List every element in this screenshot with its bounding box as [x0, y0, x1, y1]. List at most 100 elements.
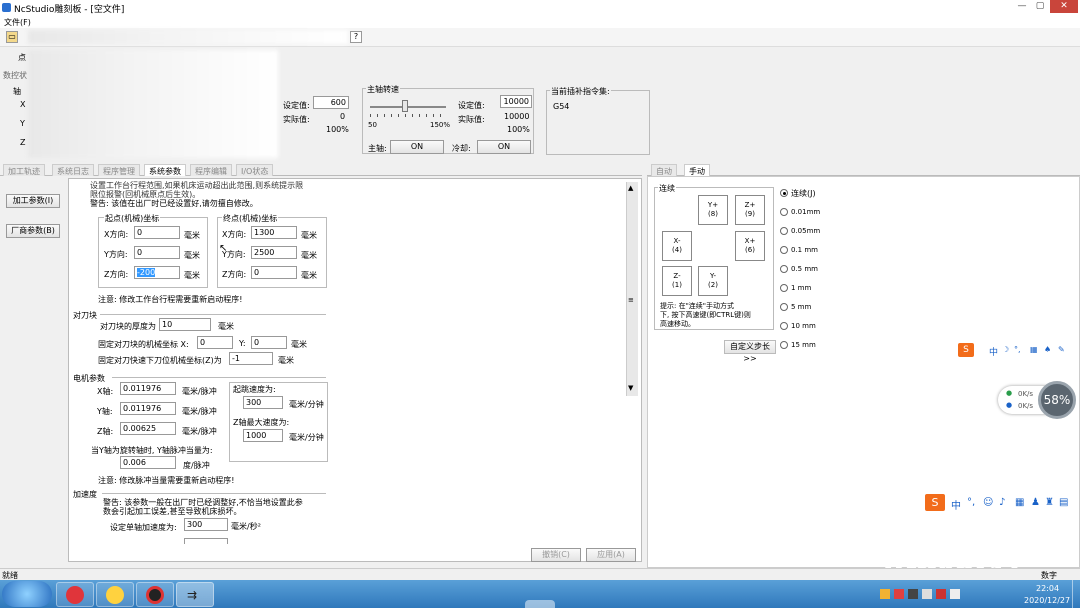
tab-auto[interactable]: 自动 — [651, 164, 677, 176]
tool-fast-input[interactable]: -1 — [229, 352, 273, 365]
keyboard-lower-icon[interactable]: ▦ — [1015, 497, 1024, 508]
step-radio-0-01[interactable] — [780, 208, 788, 216]
keyboard-icon[interactable]: ▦ — [1030, 345, 1038, 354]
taskbar-app-recorder[interactable] — [136, 582, 174, 607]
tray-icon-2[interactable] — [894, 589, 904, 599]
zmax-speed-input[interactable]: 1000 — [243, 429, 283, 442]
punct-lower-icon[interactable]: °, — [967, 497, 975, 508]
minimize-icon[interactable]: — — [1014, 0, 1030, 13]
end-x-input[interactable]: 1300 — [251, 226, 297, 239]
step-radio-0-05[interactable] — [780, 227, 788, 235]
open-folder-icon[interactable]: ▭ — [6, 31, 18, 43]
jog-y-minus-button[interactable]: Y- (2) — [698, 266, 728, 296]
accel-title: 加速度 — [73, 490, 97, 499]
feed-actual-value: 0 — [340, 112, 346, 121]
help-icon[interactable]: ? — [350, 31, 362, 43]
mic-icon[interactable]: ♪ — [999, 497, 1005, 508]
scroll-up-icon[interactable]: ▲ — [628, 184, 633, 192]
taskbar-app-browser[interactable] — [56, 582, 94, 607]
jog-z-minus-button[interactable]: Z- (1) — [662, 266, 692, 296]
clock-date[interactable]: 2020/12/27 — [1024, 596, 1070, 605]
shirt-icon[interactable]: ♜ — [1045, 497, 1054, 508]
start-button-icon[interactable] — [2, 581, 52, 607]
tab-system-params[interactable]: 系统参数 — [144, 164, 186, 176]
end-y-input[interactable]: 2500 — [251, 246, 297, 259]
user-icon[interactable]: ♟ — [1031, 497, 1040, 508]
custom-step-button[interactable]: 自定义步长>> — [724, 340, 776, 363]
taskbar-app-ncstudio[interactable]: ⇉ — [176, 582, 214, 607]
spindle-on-button[interactable]: ON — [390, 140, 444, 154]
cpu-usage-ball[interactable]: 58% — [1038, 381, 1076, 419]
jog-x-plus-button[interactable]: X+ (6) — [735, 231, 765, 261]
step-radio-5[interactable] — [780, 303, 788, 311]
start-x-input[interactable]: 0 — [134, 226, 180, 239]
show-desktop-button[interactable] — [1072, 580, 1080, 608]
coolant-on-button[interactable]: ON — [477, 140, 531, 154]
jog-x-minus-button[interactable]: X- (4) — [662, 231, 692, 261]
step-radio-1[interactable] — [780, 284, 788, 292]
single-accel-input[interactable]: 300 — [184, 518, 228, 531]
spindle-set-label: 设定值: — [458, 101, 485, 110]
ime-toolbar-lower: S 中 °, ☺ ♪ ▦ ♟ ♜ ▤ — [925, 494, 1075, 512]
tab-manual[interactable]: 手动 — [684, 164, 710, 176]
tab-program-edit[interactable]: 程序编辑 — [190, 164, 232, 176]
spindle-slider-track[interactable] — [370, 106, 446, 108]
tab-program-manage[interactable]: 程序管理 — [98, 164, 140, 176]
factory-params-button[interactable]: 厂商参数(B) — [6, 224, 60, 238]
jog-y-plus-button[interactable]: Y+ (8) — [698, 195, 728, 225]
motor-y-input[interactable]: 0.011976 — [120, 402, 176, 415]
tool-block-divider — [100, 314, 326, 315]
close-icon[interactable]: ✕ — [1050, 0, 1078, 13]
rotary-input[interactable]: 0.006 — [120, 456, 176, 469]
step-radio-0-1[interactable] — [780, 246, 788, 254]
tray-icon-1[interactable] — [880, 589, 890, 599]
start-z-input[interactable]: -200 — [134, 266, 180, 279]
tool-fixed-x-input[interactable]: 0 — [197, 336, 233, 349]
step-radio-0-5[interactable] — [780, 265, 788, 273]
step-radio-continuous[interactable] — [780, 189, 788, 197]
tool-fixed-y-input[interactable]: 0 — [251, 336, 287, 349]
jog-z-plus-button[interactable]: Z+ (9) — [735, 195, 765, 225]
scroll-grip-icon[interactable]: ≡ — [628, 296, 634, 304]
maximize-icon[interactable]: ▢ — [1032, 0, 1048, 13]
apply-button[interactable]: 应用(A) — [586, 548, 636, 562]
cancel-button[interactable]: 撤销(C) — [531, 548, 581, 562]
emoji-icon[interactable]: ☺ — [983, 497, 993, 508]
feed-set-input[interactable]: 600 — [313, 96, 349, 109]
ime-mode-lower-label[interactable]: 中 — [951, 497, 961, 512]
spindle-set-input[interactable]: 10000 — [500, 95, 532, 108]
tab-io-status[interactable]: I/O状态 — [236, 164, 274, 176]
tray-icon-6[interactable] — [950, 589, 960, 599]
grid-icon[interactable]: ▤ — [1059, 497, 1068, 508]
clock-time[interactable]: 22:04 — [1036, 584, 1059, 593]
skin-icon[interactable]: ♠ — [1044, 345, 1051, 354]
wrench-icon[interactable]: ✎ — [1058, 345, 1065, 354]
machining-params-button[interactable]: 加工参数(I) — [6, 194, 60, 208]
taskbar-app-chat[interactable] — [96, 582, 134, 607]
tray-icon-3[interactable] — [908, 589, 918, 599]
motor-x-input[interactable]: 0.011976 — [120, 382, 176, 395]
tray-icon-5[interactable] — [936, 589, 946, 599]
motor-z-input[interactable]: 0.00625 — [120, 422, 176, 435]
end-z-input[interactable]: 0 — [251, 266, 297, 279]
jog-z-plus-label: Z+ — [744, 201, 756, 209]
sogou-logo-icon[interactable]: S — [958, 343, 974, 357]
sogou-logo-lower-icon[interactable]: S — [925, 494, 945, 511]
step-radio-15[interactable] — [780, 341, 788, 349]
spindle-slider-thumb[interactable] — [402, 100, 408, 112]
scroll-down-icon[interactable]: ▼ — [628, 384, 633, 392]
end-coord-title: 终点(机械)坐标 — [222, 213, 279, 224]
net-down-value: 0K/s — [1018, 402, 1034, 410]
start-y-input[interactable]: 0 — [134, 246, 180, 259]
tab-machining-path[interactable]: 加工轨迹 — [3, 164, 45, 176]
punct-icon[interactable]: °, — [1014, 345, 1021, 354]
menu-file[interactable]: 文件(F) — [4, 17, 31, 28]
ime-mode-label[interactable]: 中 — [989, 345, 998, 358]
tray-icon-4[interactable] — [922, 589, 932, 599]
jump-speed-input[interactable]: 300 — [243, 396, 283, 409]
params-scrollbar[interactable] — [626, 182, 638, 396]
tab-system-log[interactable]: 系统日志 — [52, 164, 94, 176]
step-radio-10[interactable] — [780, 322, 788, 330]
tool-thickness-input[interactable]: 10 — [159, 318, 211, 331]
moon-icon[interactable]: ☽ — [1002, 345, 1009, 354]
